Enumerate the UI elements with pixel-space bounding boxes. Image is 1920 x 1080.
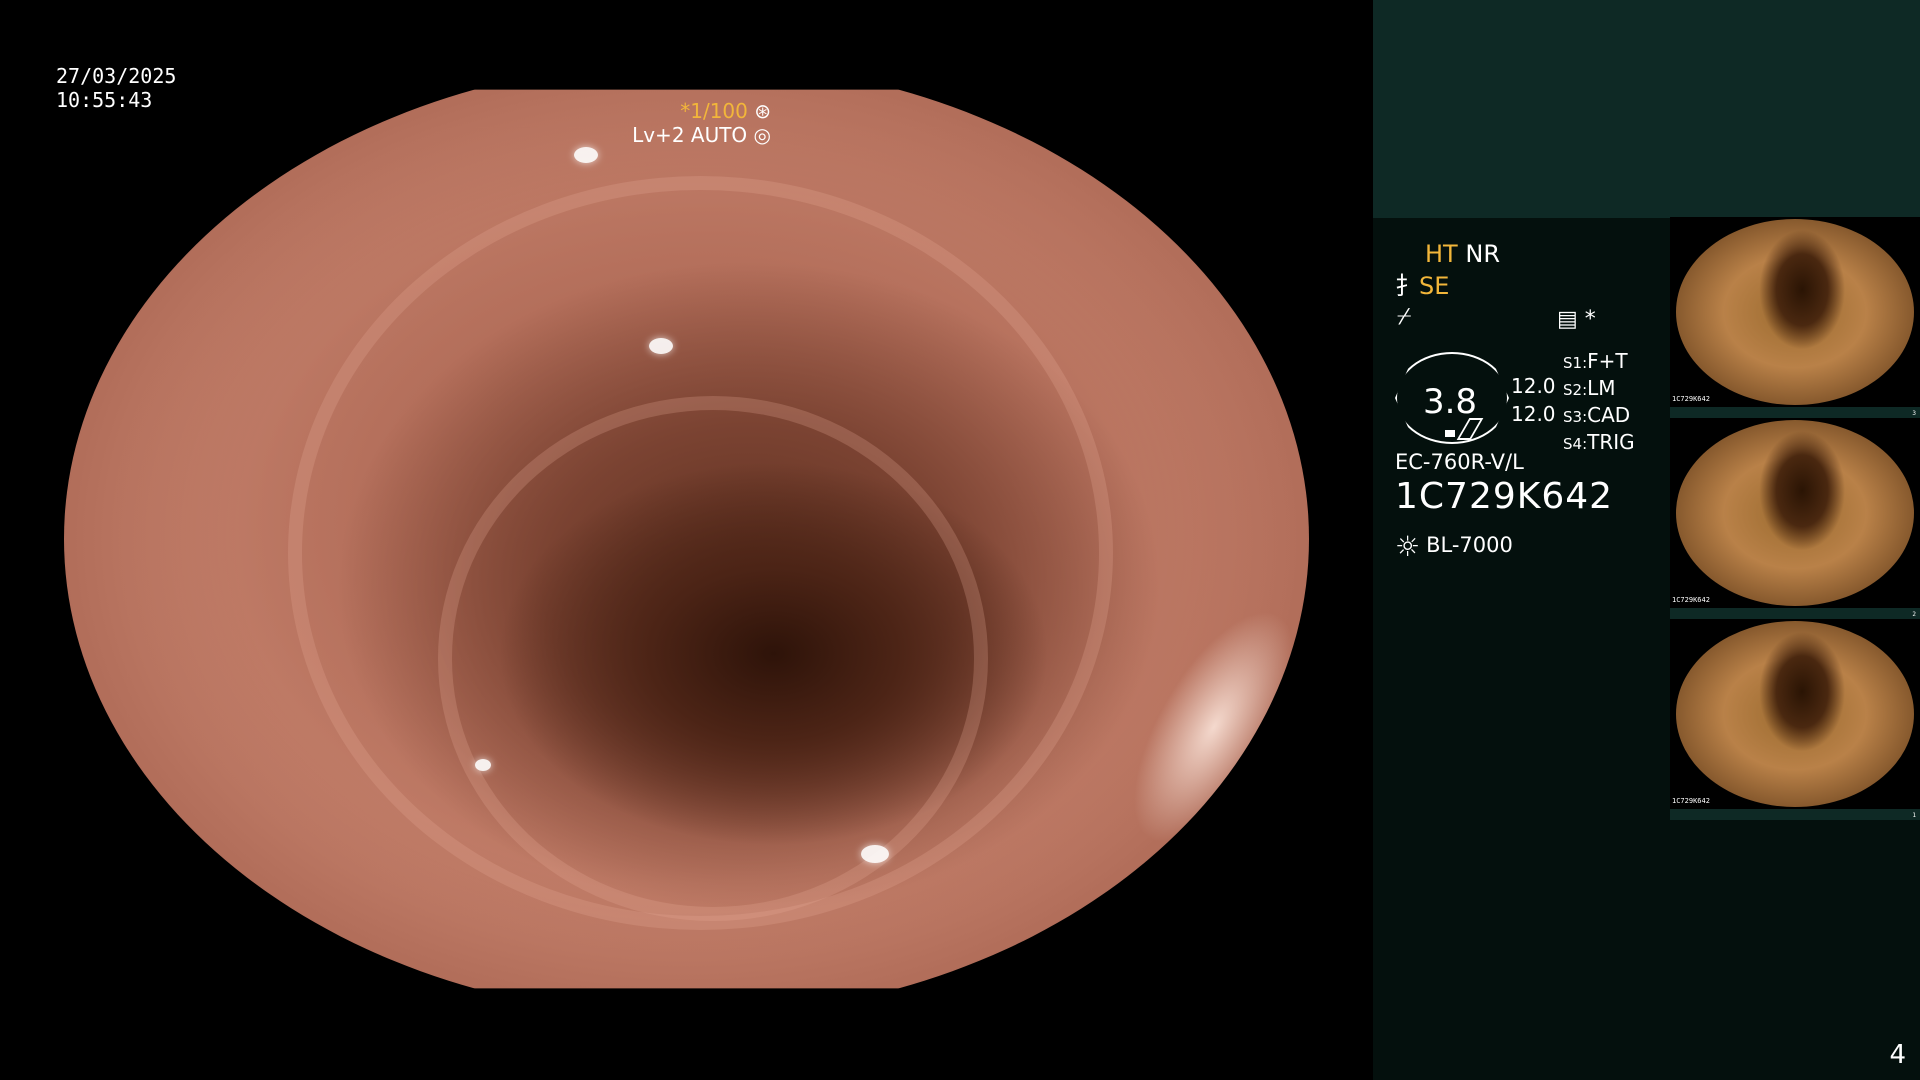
thumbnail-serial: 1C729K642 [1672,596,1710,604]
se-label: SE [1419,272,1450,300]
thumbnail-serial: 1C729K642 [1672,395,1710,403]
captured-thumbnails: 1C729K642 3 1C729K642 2 1C729K642 1 [1670,217,1920,820]
endoscope-image [64,89,1309,989]
endoscope-live-area: 27/03/2025 10:55:43 *1/100 ⊛ Lv+2 AUTO ◎ [0,0,1373,1080]
switch-row: S3:CAD [1563,403,1631,427]
nr-label: NR [1465,240,1500,268]
se-indicator: ⺘SE [1395,272,1449,300]
thumbnail[interactable]: 1C729K642 2 [1670,418,1920,619]
light-source-icon: ☼ [1395,530,1421,563]
gauge-value-2: 12.0 [1511,402,1556,426]
light-reflection [474,758,491,771]
scope-model: EC-760R-V/L [1395,450,1524,474]
shutter-speed: *1/100 [680,99,748,123]
datetime-readout: 27/03/2025 10:55:43 [56,64,176,112]
exposure-readout: *1/100 ⊛ Lv+2 AUTO ◎ [632,99,771,147]
aperture-icon: ⊛ [747,99,771,123]
thumbnail-image [1676,420,1914,606]
gauge-values: 12.0 12.0 [1511,372,1556,428]
settings-sheet-icon: ▤ [1557,307,1578,332]
date-text: 27/03/2025 [56,64,177,88]
thumbnail[interactable]: 1C729K642 3 [1670,217,1920,418]
brightness-level: Lv+2 AUTO [632,123,748,147]
switch-row: S4:TRIG [1563,430,1635,454]
light-reflection [860,844,889,863]
mucosal-fold [437,395,989,921]
thumbnail-number: 2 [1912,611,1916,618]
scope-switch-assignments: S1:F+T S2:LM S3:CAD S4:TRIG [1563,349,1635,457]
thumbnail-serial: 1C729K642 [1672,797,1710,805]
gauge-value-1: 12.0 [1511,374,1556,398]
scope-serial: 1C729K642 [1395,476,1614,517]
asterisk-indicator: * [1584,307,1596,332]
light-glare [1101,586,1309,868]
thumbnail-image [1676,219,1914,405]
settings-indicators: ▤ * [1557,306,1596,334]
light-source: ☼ BL-7000 [1395,530,1513,563]
switch-row: S2:LM [1563,376,1616,400]
page-number: 4 [1889,1040,1906,1070]
iris-icon: ◎ [747,123,771,147]
ht-label: HT [1425,240,1458,268]
light-reflection [574,147,599,164]
thumbnail-number: 1 [1912,812,1916,819]
thumbnail-footer [1670,809,1920,820]
light-source-label: BL-7000 [1426,533,1513,557]
gauge-marker [1445,430,1455,437]
thumbnail-image [1676,621,1914,807]
time-text: 10:55:43 [56,88,153,112]
info-panel: HT NR ⺘SE ⌿ ▤ * 3.8 12.0 12.0 S1:F+T S2:… [1373,0,1920,1080]
switch-row: S1:F+T [1563,349,1628,373]
panel-header-block [1373,0,1920,218]
thumbnail-footer [1670,407,1920,418]
ht-nr-indicator: HT NR [1425,240,1500,268]
thumbnail-footer [1670,608,1920,619]
gauge-value: 3.8 [1422,382,1478,422]
thumbnail-number: 3 [1912,410,1916,417]
enhancement-indicator: ⌿ [1397,302,1412,330]
thumbnail[interactable]: 1C729K642 1 [1670,619,1920,820]
structure-enhance-icon: ⺘ [1395,272,1419,300]
